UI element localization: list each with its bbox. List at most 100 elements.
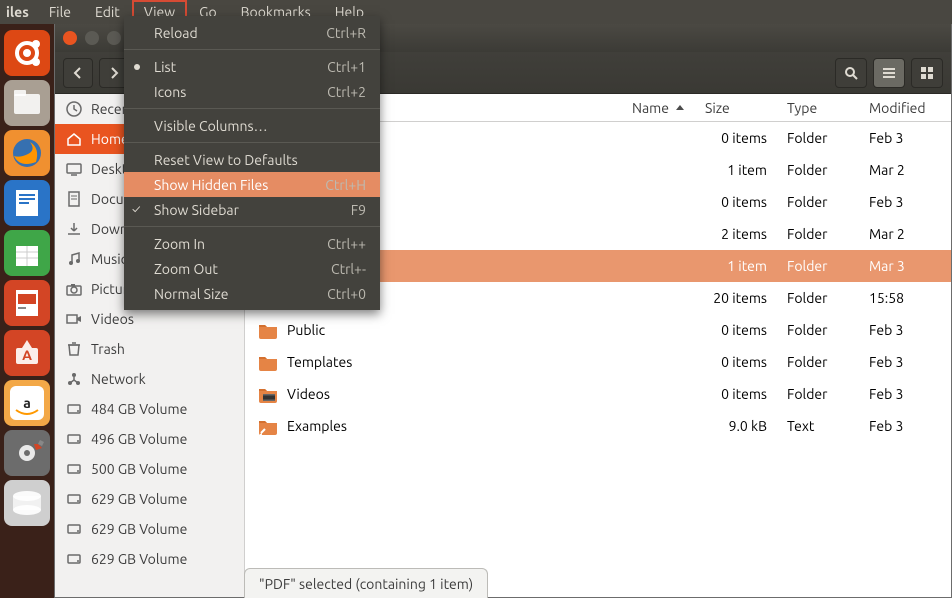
sidebar-item-label: Network xyxy=(91,371,146,387)
file-modified: Feb 3 xyxy=(859,354,951,370)
sidebar-item-500-gb-volume[interactable]: 500 GB Volume xyxy=(55,454,244,484)
launcher-software-icon[interactable]: A xyxy=(4,330,50,376)
clock-icon xyxy=(65,100,83,118)
sidebar-item-label: Trash xyxy=(91,341,125,357)
check-icon: ✓ xyxy=(132,202,140,215)
menu-item-label: Show Sidebar xyxy=(154,202,239,218)
launcher-settings-icon[interactable] xyxy=(4,430,50,476)
file-size: 0 items xyxy=(695,130,777,146)
column-modified[interactable]: Modified xyxy=(859,100,951,116)
file-modified: Feb 3 xyxy=(859,418,951,434)
back-button[interactable] xyxy=(63,58,93,88)
file-row[interactable]: Public0 itemsFolderFeb 3 xyxy=(245,314,951,346)
folder-icon xyxy=(257,319,279,341)
menu-item-accel: Ctrl+R xyxy=(326,25,366,41)
file-type: Folder xyxy=(777,162,859,178)
desktop-icon xyxy=(65,160,83,178)
menu-separator xyxy=(124,142,380,143)
menu-item-label: Icons xyxy=(154,84,186,100)
menu-item-zoom-out[interactable]: Zoom OutCtrl+- xyxy=(124,256,380,281)
sidebar-item-label: 500 GB Volume xyxy=(91,461,187,477)
file-row[interactable]: Videos0 itemsFolderFeb 3 xyxy=(245,378,951,410)
menu-item-label: Reload xyxy=(154,25,198,41)
launcher-files-icon[interactable] xyxy=(4,80,50,126)
sidebar-item-label: 629 GB Volume xyxy=(91,551,187,567)
menu-item-normal-size[interactable]: Normal SizeCtrl+0 xyxy=(124,281,380,306)
sidebar-item-484-gb-volume[interactable]: 484 GB Volume xyxy=(55,394,244,424)
file-modified: Feb 3 xyxy=(859,386,951,402)
sidebar-item-629-gb-volume[interactable]: 629 GB Volume xyxy=(55,484,244,514)
menu-item-reset-view-to-defaults[interactable]: Reset View to Defaults xyxy=(124,147,380,172)
folder-icon xyxy=(257,351,279,373)
file-row[interactable]: Examples9.0 kBTextFeb 3 xyxy=(245,410,951,442)
file-name: Videos xyxy=(287,386,330,402)
file-size: 0 items xyxy=(695,194,777,210)
launcher-amazon-icon[interactable]: a xyxy=(4,380,50,426)
file-name: Templates xyxy=(287,354,352,370)
menu-item-reload[interactable]: Reload Ctrl+R xyxy=(124,20,380,45)
launcher-writer-icon[interactable] xyxy=(4,180,50,226)
file-size: 0 items xyxy=(695,354,777,370)
launcher-calc-icon[interactable] xyxy=(4,230,50,276)
file-type: Folder xyxy=(777,258,859,274)
sidebar-item-496-gb-volume[interactable]: 496 GB Volume xyxy=(55,424,244,454)
file-modified: Mar 2 xyxy=(859,162,951,178)
disk-icon xyxy=(65,550,83,568)
sidebar-item-629-gb-volume[interactable]: 629 GB Volume xyxy=(55,514,244,544)
file-modified: Feb 3 xyxy=(859,194,951,210)
file-size: 1 item xyxy=(695,162,777,178)
folder-icon xyxy=(257,415,279,437)
file-name: Examples xyxy=(287,418,347,434)
close-icon[interactable] xyxy=(63,31,77,45)
launcher-ubuntu-icon[interactable] xyxy=(4,30,50,76)
sidebar-item-network[interactable]: Network xyxy=(55,364,244,394)
menu-separator xyxy=(124,226,380,227)
download-icon xyxy=(65,220,83,238)
menu-item-accel: Ctrl+1 xyxy=(327,59,366,75)
search-button[interactable] xyxy=(835,58,867,88)
sidebar-item-trash[interactable]: Trash xyxy=(55,334,244,364)
home-icon xyxy=(65,130,83,148)
column-size[interactable]: Size xyxy=(695,100,777,116)
menu-item-label: Zoom In xyxy=(154,236,205,252)
svg-text:A: A xyxy=(22,347,32,363)
maximize-icon[interactable] xyxy=(107,31,121,45)
launcher-disks-icon[interactable] xyxy=(4,480,50,526)
file-size: 20 items xyxy=(695,290,777,306)
unity-launcher: Aa xyxy=(0,24,54,598)
file-size: 2 items xyxy=(695,226,777,242)
file-type: Folder xyxy=(777,130,859,146)
menu-item-accel: Ctrl+- xyxy=(331,261,366,277)
menu-item-accel: F9 xyxy=(351,202,366,218)
list-view-button[interactable] xyxy=(873,58,905,88)
menu-item-label: Show Hidden Files xyxy=(154,177,268,193)
view-menu-dropdown[interactable]: Reload Ctrl+R ListCtrl+1IconsCtrl+2 Visible… xyxy=(124,16,380,310)
file-size: 1 item xyxy=(695,258,777,274)
file-size: 0 items xyxy=(695,386,777,402)
menu-item-accel: Ctrl+0 xyxy=(327,286,366,302)
menu-item-show-hidden-files[interactable]: Show Hidden FilesCtrl+H xyxy=(124,172,380,197)
menu-item-icons[interactable]: IconsCtrl+2 xyxy=(124,79,380,104)
minimize-icon[interactable] xyxy=(85,31,99,45)
menu-item-visible-columns-[interactable]: Visible Columns… xyxy=(124,113,380,138)
radio-bullet-icon xyxy=(134,64,140,70)
launcher-firefox-icon[interactable] xyxy=(4,130,50,176)
menu-file[interactable]: File xyxy=(37,0,83,24)
menu-item-show-sidebar[interactable]: ✓ Show Sidebar F9 xyxy=(124,197,380,222)
file-size: 9.0 kB xyxy=(695,418,777,434)
sidebar-item-label: 629 GB Volume xyxy=(91,491,187,507)
menu-item-list[interactable]: ListCtrl+1 xyxy=(124,54,380,79)
file-modified: Mar 3 xyxy=(859,258,951,274)
grid-view-button[interactable] xyxy=(911,58,943,88)
app-name: iles xyxy=(6,4,29,20)
menu-item-zoom-in[interactable]: Zoom InCtrl++ xyxy=(124,231,380,256)
disk-icon xyxy=(65,520,83,538)
file-row[interactable]: Templates0 itemsFolderFeb 3 xyxy=(245,346,951,378)
sidebar-item-629-gb-volume[interactable]: 629 GB Volume xyxy=(55,544,244,574)
column-type[interactable]: Type xyxy=(777,100,859,116)
file-modified: Mar 2 xyxy=(859,226,951,242)
launcher-impress-icon[interactable] xyxy=(4,280,50,326)
sidebar-item-label: Videos xyxy=(91,311,134,327)
disk-icon xyxy=(65,400,83,418)
music-icon xyxy=(65,250,83,268)
